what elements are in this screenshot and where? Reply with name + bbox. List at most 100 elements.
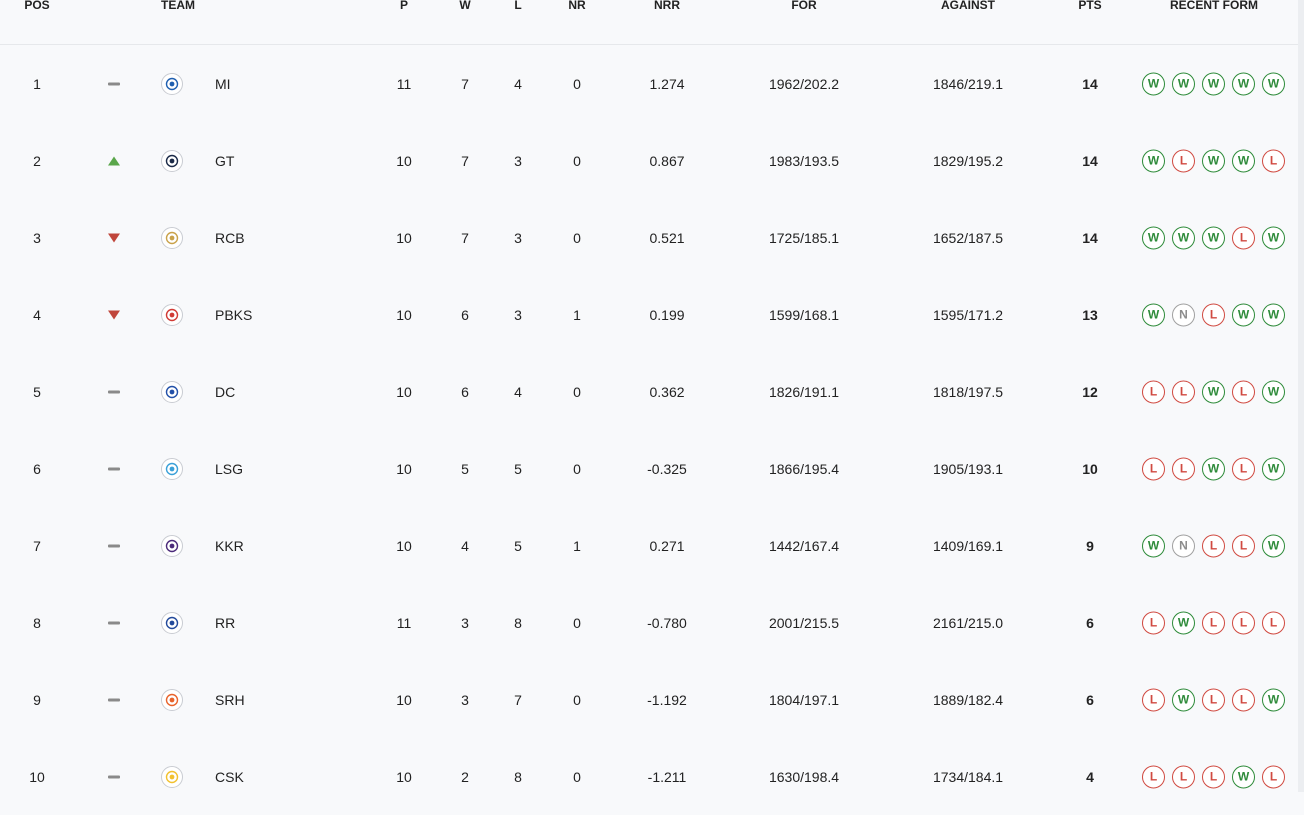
gt-logo-icon xyxy=(161,149,183,172)
runs-for-cell: 2001/215.5 xyxy=(768,614,840,631)
points-cell: 6 xyxy=(1086,614,1094,631)
nrr-cell: 0.521 xyxy=(649,229,685,246)
position-cell: 8 xyxy=(33,614,41,631)
table-row[interactable]: 9 10 3 7 0 -1.192 1804/197.1 1889/182.4 6 SRH L W L L… xyxy=(0,661,1298,738)
team-name[interactable]: GT xyxy=(215,153,234,169)
team-name[interactable]: PBKS xyxy=(215,307,252,323)
position-cell: 4 xyxy=(33,306,41,323)
trend-down-icon xyxy=(108,310,120,319)
played-cell: 10 xyxy=(396,691,412,708)
header-played: P xyxy=(399,0,409,12)
team-name[interactable]: RCB xyxy=(215,230,245,246)
points-table: POS TEAM P W L NR NRR FOR AGAINST PTS RE… xyxy=(0,0,1299,792)
rcb-logo-icon xyxy=(161,226,183,249)
form-win-badge: W xyxy=(1172,611,1195,634)
runs-for-cell: 1442/167.4 xyxy=(768,537,840,554)
trend-same-icon xyxy=(108,82,120,85)
table-row[interactable]: 2 10 7 3 0 0.867 1983/193.5 1829/195.2 14 GT W L W W L xyxy=(0,122,1298,199)
team-name[interactable]: RR xyxy=(215,615,235,631)
recent-form: LWLLW xyxy=(1142,688,1285,711)
header-no-result: NR xyxy=(568,0,586,12)
form-win-badge: W xyxy=(1232,303,1255,326)
header-lost: L xyxy=(514,0,522,12)
team-name[interactable]: LSG xyxy=(215,461,243,477)
trend-up-icon xyxy=(108,156,120,165)
dc-logo-icon xyxy=(161,380,183,403)
pbks-logo-icon xyxy=(161,303,183,326)
table-row[interactable]: 1 11 7 4 0 1.274 1962/202.2 1846/219.1 14 MI W W W W W xyxy=(0,45,1298,122)
position-cell: 1 xyxy=(33,75,41,92)
points-cell: 13 xyxy=(1082,306,1098,323)
form-win-badge: W xyxy=(1262,380,1285,403)
form-loss-badge: L xyxy=(1172,457,1195,480)
table-row[interactable]: 7 10 4 5 1 0.271 1442/167.4 1409/169.1 9 KKR W N L L W xyxy=(0,507,1298,584)
lost-cell: 5 xyxy=(514,460,522,477)
points-cell: 4 xyxy=(1086,768,1094,785)
position-cell: 5 xyxy=(33,383,41,400)
table-row[interactable]: 5 10 6 4 0 0.362 1826/191.1 1818/197.5 12 DC L L W L W xyxy=(0,353,1298,430)
won-cell: 3 xyxy=(461,691,469,708)
no-result-cell: 0 xyxy=(573,691,581,708)
table-row[interactable]: 6 10 5 5 0 -0.325 1866/195.4 1905/193.1 10 LSG L L W… xyxy=(0,430,1298,507)
lost-cell: 8 xyxy=(514,768,522,785)
runs-against-cell: 2161/215.0 xyxy=(932,614,1004,631)
played-cell: 10 xyxy=(396,460,412,477)
form-win-badge: W xyxy=(1202,457,1225,480)
nrr-cell: 0.271 xyxy=(649,537,685,554)
trend-same-icon xyxy=(108,621,120,624)
position-cell: 2 xyxy=(33,152,41,169)
table-row[interactable]: 8 11 3 8 0 -0.780 2001/215.5 2161/215.0 6 RR L W L L L xyxy=(0,584,1298,661)
runs-against-cell: 1889/182.4 xyxy=(932,691,1004,708)
form-win-badge: W xyxy=(1262,226,1285,249)
form-loss-badge: L xyxy=(1202,688,1225,711)
team-name[interactable]: SRH xyxy=(215,692,245,708)
form-win-badge: W xyxy=(1142,226,1165,249)
form-win-badge: W xyxy=(1172,226,1195,249)
no-result-cell: 0 xyxy=(573,152,581,169)
form-loss-badge: L xyxy=(1232,380,1255,403)
form-loss-badge: L xyxy=(1262,149,1285,172)
points-cell: 14 xyxy=(1082,75,1098,92)
form-loss-badge: L xyxy=(1232,226,1255,249)
form-win-badge: W xyxy=(1262,688,1285,711)
form-loss-badge: L xyxy=(1232,611,1255,634)
nrr-cell: -0.780 xyxy=(647,614,687,631)
nrr-cell: 0.199 xyxy=(649,306,685,323)
runs-for-cell: 1725/185.1 xyxy=(768,229,840,246)
played-cell: 10 xyxy=(396,306,412,323)
recent-form: LLLWL xyxy=(1142,765,1285,788)
won-cell: 6 xyxy=(461,306,469,323)
trend-same-icon xyxy=(108,467,120,470)
form-loss-badge: L xyxy=(1202,303,1225,326)
header-against: AGAINST xyxy=(941,0,995,12)
mi-logo-icon xyxy=(161,72,183,95)
header-won: W xyxy=(459,0,471,12)
no-result-cell: 0 xyxy=(573,383,581,400)
form-win-badge: W xyxy=(1262,72,1285,95)
form-win-badge: W xyxy=(1232,149,1255,172)
played-cell: 10 xyxy=(396,229,412,246)
no-result-cell: 1 xyxy=(573,537,581,554)
team-name[interactable]: KKR xyxy=(215,538,244,554)
table-row[interactable]: 10 10 2 8 0 -1.211 1630/198.4 1734/184.1 4 CSK L L L… xyxy=(0,738,1298,815)
runs-against-cell: 1818/197.5 xyxy=(932,383,1004,400)
recent-form: LWLLL xyxy=(1142,611,1285,634)
scrollbar[interactable] xyxy=(1298,0,1304,792)
form-loss-badge: L xyxy=(1172,149,1195,172)
trend-down-icon xyxy=(108,233,120,242)
table-row[interactable]: 4 10 6 3 1 0.199 1599/168.1 1595/171.2 13 PBKS W N L… xyxy=(0,276,1298,353)
recent-form: WWWWW xyxy=(1142,72,1285,95)
form-win-badge: W xyxy=(1142,72,1165,95)
team-name[interactable]: DC xyxy=(215,384,235,400)
form-loss-badge: L xyxy=(1142,611,1165,634)
header-nrr: NRR xyxy=(654,0,680,12)
recent-form: LLWLW xyxy=(1142,457,1285,480)
no-result-cell: 0 xyxy=(573,229,581,246)
form-no-result-badge: N xyxy=(1172,303,1195,326)
form-win-badge: W xyxy=(1232,765,1255,788)
team-name[interactable]: MI xyxy=(215,76,231,92)
team-name[interactable]: CSK xyxy=(215,769,244,785)
recent-form: WNLWW xyxy=(1142,303,1285,326)
form-win-badge: W xyxy=(1202,226,1225,249)
table-row[interactable]: 3 10 7 3 0 0.521 1725/185.1 1652/187.5 14 RCB W W W L… xyxy=(0,199,1298,276)
